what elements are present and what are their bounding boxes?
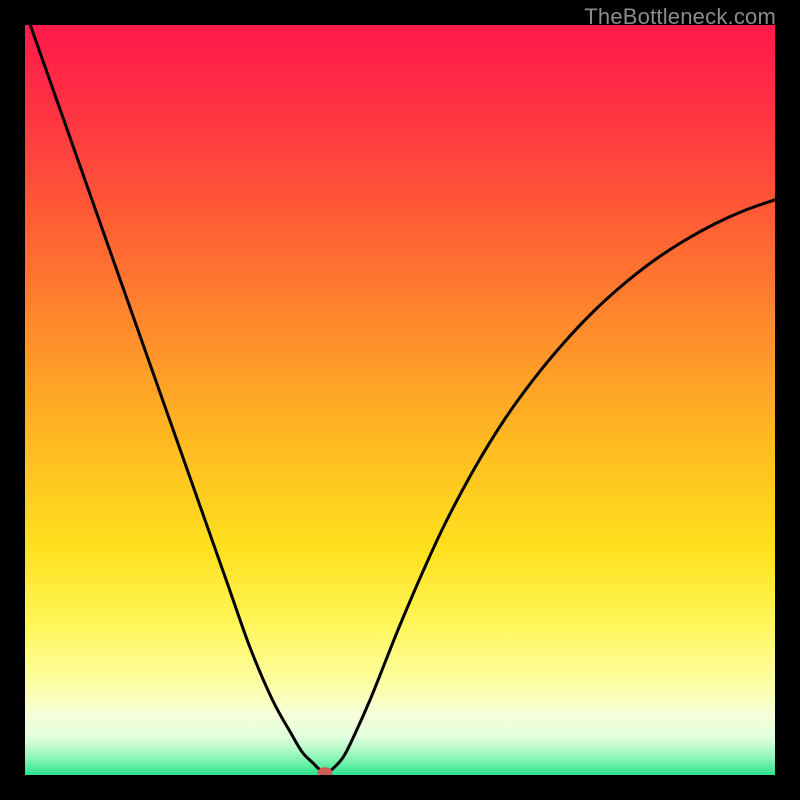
gradient-bg bbox=[25, 25, 775, 775]
chart-frame: TheBottleneck.com bbox=[0, 0, 800, 800]
plot-area bbox=[25, 25, 775, 775]
chart-svg bbox=[25, 25, 775, 775]
